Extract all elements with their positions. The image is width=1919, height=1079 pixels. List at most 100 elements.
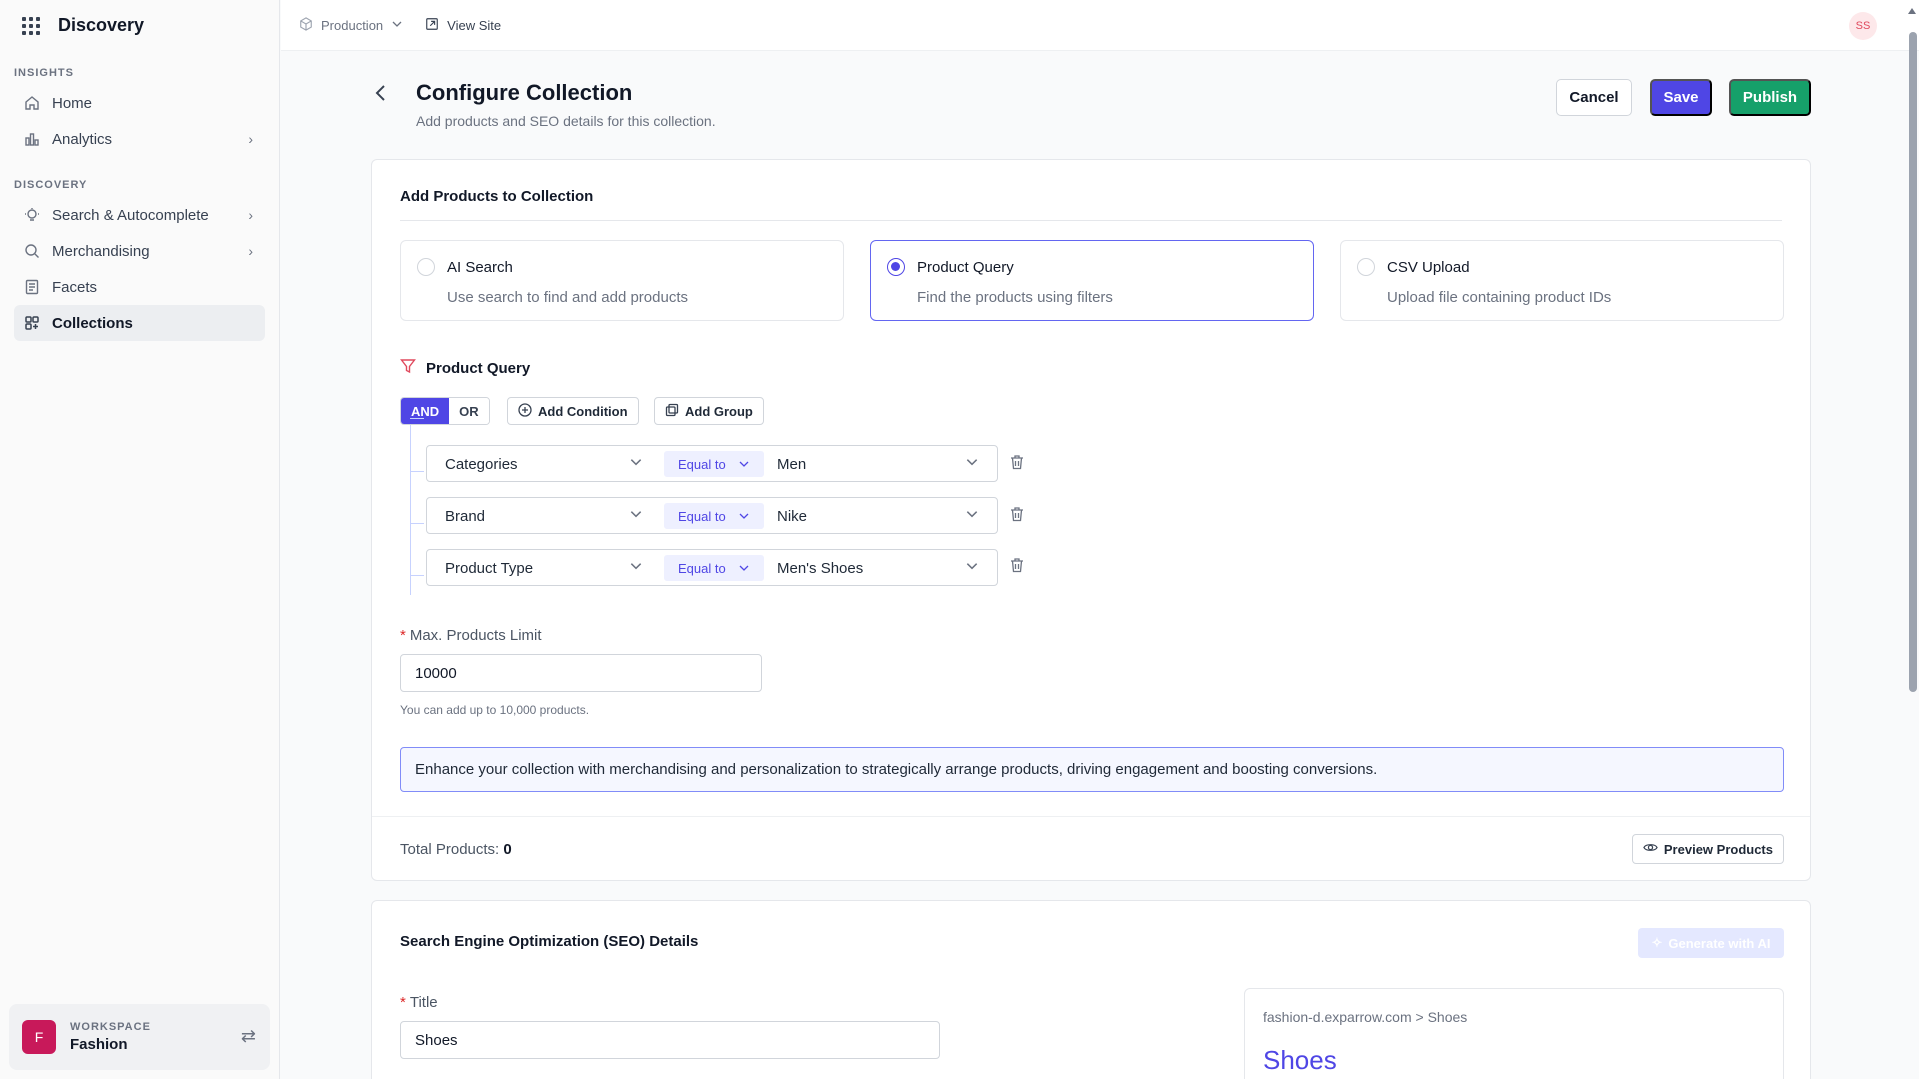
option-desc: Upload file containing product IDs	[1387, 289, 1612, 306]
and-or-toggle[interactable]: AND OR	[400, 397, 490, 425]
condition-field[interactable]: Categories	[445, 456, 518, 473]
max-products-label-text: Max. Products Limit	[409, 627, 542, 644]
section-label-discovery: DISCOVERY	[14, 179, 88, 191]
condition-row: Categories Equal to Men	[426, 445, 998, 482]
chevron-down-icon[interactable]	[965, 455, 979, 472]
option-product-query[interactable]: Product Query Find the products using fi…	[870, 240, 1314, 321]
max-products-input[interactable]	[400, 654, 762, 692]
trash-icon[interactable]	[1009, 557, 1025, 576]
seo-title-label: * Title	[400, 994, 438, 1011]
sidebar-item-label: Search & Autocomplete	[52, 206, 209, 224]
scrollbar-thumb[interactable]	[1909, 32, 1917, 692]
plus-circle-icon	[518, 402, 532, 420]
add-condition-label: Add Condition	[538, 403, 628, 419]
generate-with-ai-button[interactable]: ✧ Generate with AI	[1638, 928, 1784, 958]
environment-selector[interactable]: Production	[299, 16, 403, 34]
radio-product-query[interactable]	[887, 258, 905, 276]
max-products-label: * Max. Products Limit	[400, 627, 542, 644]
sidebar-item-label: Home	[52, 94, 93, 112]
chevron-down-icon[interactable]	[629, 507, 643, 524]
chevron-right-icon: ›	[248, 131, 253, 147]
chevron-right-icon: ›	[248, 243, 253, 259]
view-site-label: View Site	[447, 17, 502, 33]
or-toggle[interactable]: OR	[449, 398, 489, 424]
condition-value[interactable]: Nike	[777, 508, 807, 525]
publish-button[interactable]: Publish	[1729, 79, 1811, 116]
condition-field[interactable]: Product Type	[445, 560, 533, 577]
back-icon[interactable]	[374, 82, 388, 108]
option-desc: Use search to find and add products	[447, 289, 688, 306]
chevron-down-icon	[739, 565, 749, 571]
sidebar-item-analytics[interactable]: Analytics ›	[14, 121, 265, 157]
switch-icon[interactable]: ⇄	[241, 1026, 256, 1047]
preview-products-button[interactable]: Preview Products	[1631, 834, 1784, 864]
view-site-link[interactable]: View Site	[425, 17, 501, 34]
condition-row: Product Type Equal to Men's Shoes	[426, 549, 998, 586]
condition-operator[interactable]: Equal to	[664, 451, 764, 477]
card-footer-divider	[372, 816, 1810, 817]
save-button[interactable]: Save	[1650, 79, 1712, 116]
search-icon	[24, 243, 40, 259]
trash-icon[interactable]	[1009, 454, 1025, 473]
condition-operator[interactable]: Equal to	[664, 503, 764, 529]
cancel-button[interactable]: Cancel	[1556, 79, 1632, 116]
total-products-value: 0	[503, 841, 512, 858]
sidebar-item-label: Collections	[52, 314, 133, 332]
generate-with-ai-label: Generate with AI	[1668, 935, 1771, 951]
filter-icon	[400, 358, 416, 378]
radio-ai-search[interactable]	[417, 258, 435, 276]
product-query-label: Product Query	[426, 359, 531, 377]
sidebar-item-collections[interactable]: Collections	[14, 305, 265, 341]
total-products: Total Products: 0	[400, 841, 512, 858]
list-icon	[24, 279, 40, 295]
operator-label: Equal to	[678, 508, 726, 524]
condition-value[interactable]: Men's Shoes	[777, 560, 863, 577]
condition-value[interactable]: Men	[777, 456, 806, 473]
sidebar-item-search-autocomplete[interactable]: Search & Autocomplete ›	[14, 197, 265, 233]
sidebar: Discovery INSIGHTS Home Analytics › DISC…	[0, 0, 280, 1079]
serp-preview: fashion-d.exparrow.com > Shoes Shoes	[1244, 988, 1784, 1079]
workspace-avatar: F	[22, 1020, 56, 1054]
copy-icon	[665, 403, 679, 420]
option-title: AI Search	[447, 259, 513, 276]
sidebar-item-facets[interactable]: Facets	[14, 269, 265, 305]
workspace-switcher[interactable]: F WORKSPACE Fashion ⇄	[9, 1004, 270, 1070]
required-asterisk: *	[400, 994, 406, 1011]
sidebar-item-label: Merchandising	[52, 242, 150, 260]
radio-csv-upload[interactable]	[1357, 258, 1375, 276]
query-tree-branch	[410, 523, 424, 524]
add-products-title: Add Products to Collection	[400, 188, 594, 205]
eye-icon	[1643, 840, 1658, 858]
option-desc: Find the products using filters	[917, 289, 1113, 306]
section-label-insights: INSIGHTS	[14, 67, 74, 79]
chevron-down-icon[interactable]	[965, 559, 979, 576]
operator-label: Equal to	[678, 456, 726, 472]
condition-operator[interactable]: Equal to	[664, 555, 764, 581]
chevron-down-icon[interactable]	[629, 455, 643, 472]
trash-icon[interactable]	[1009, 506, 1025, 525]
workspace-label: WORKSPACE	[70, 1021, 151, 1033]
preview-products-label: Preview Products	[1663, 841, 1773, 857]
user-avatar[interactable]: SS	[1849, 12, 1877, 40]
product-query-heading: Product Query	[400, 358, 530, 378]
home-icon	[24, 95, 40, 111]
chevron-down-icon[interactable]	[629, 559, 643, 576]
seo-title: Search Engine Optimization (SEO) Details	[400, 933, 699, 950]
condition-field[interactable]: Brand	[445, 508, 485, 525]
apps-grid-icon[interactable]	[22, 16, 40, 35]
scroll-up-arrow[interactable]	[1908, 8, 1916, 14]
seo-title-input[interactable]	[400, 1021, 940, 1059]
grid-icon	[24, 315, 40, 331]
chevron-down-icon	[739, 513, 749, 519]
and-toggle[interactable]: AND	[401, 398, 450, 424]
option-csv-upload[interactable]: CSV Upload Upload file containing produc…	[1340, 240, 1784, 321]
add-group-button[interactable]: Add Group	[654, 397, 764, 425]
sidebar-item-home[interactable]: Home	[14, 85, 265, 121]
add-products-card: Add Products to Collection AI Search Use…	[371, 159, 1811, 881]
add-condition-button[interactable]: Add Condition	[507, 397, 639, 425]
query-tree-branch	[410, 418, 424, 419]
chevron-down-icon[interactable]	[965, 507, 979, 524]
option-ai-search[interactable]: AI Search Use search to find and add pro…	[400, 240, 844, 321]
sidebar-item-merchandising[interactable]: Merchandising ›	[14, 233, 265, 269]
chart-icon	[24, 131, 40, 147]
